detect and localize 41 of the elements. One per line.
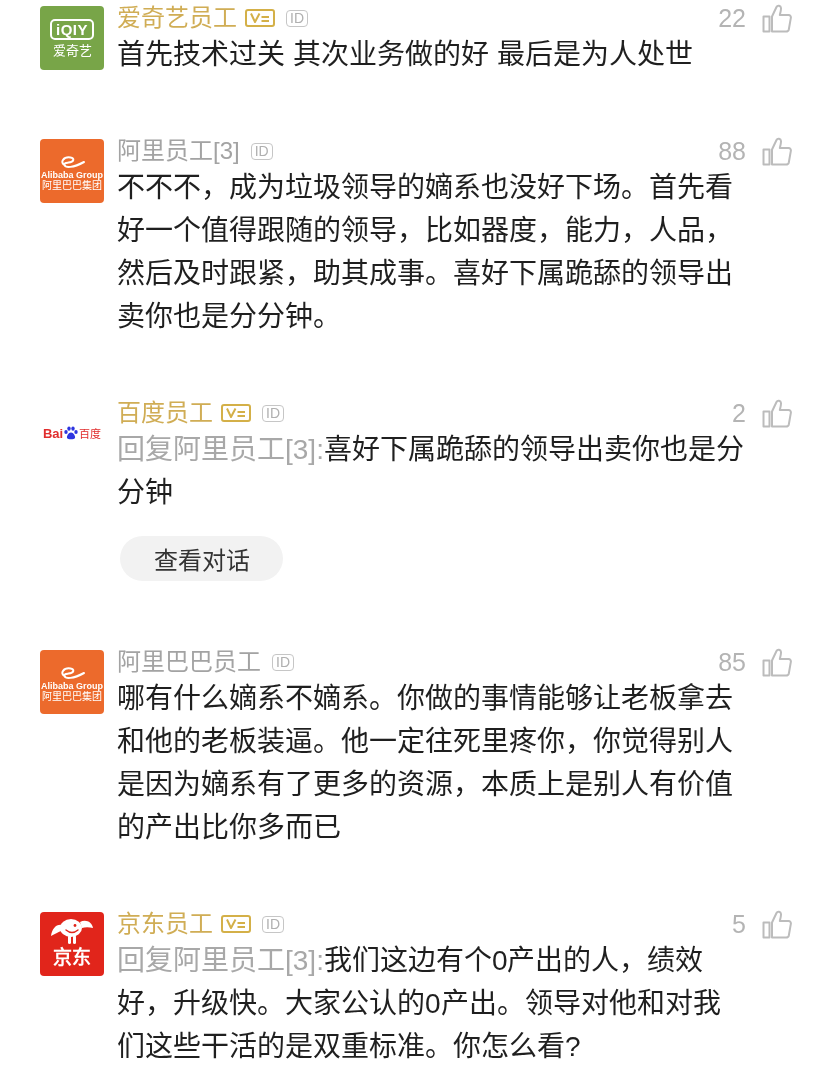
logo-wordmark: iQIY [50,18,94,40]
avatar[interactable]: Alibaba Group 阿里巴巴集团 [40,139,104,203]
like-button[interactable]: 2 [732,398,792,428]
logo-caption: 百度 [79,427,102,441]
id-tag: ID [286,9,308,27]
dog-icon [50,916,94,946]
logo-wordmark: Bai [42,425,64,441]
thumbs-up-icon [762,136,792,166]
avatar[interactable]: 京东 [40,912,104,976]
paw-icon [64,426,79,440]
like-button[interactable]: 88 [718,136,792,166]
logo-wordmark: Alibaba Group [41,170,103,180]
logo-wordmark: Alibaba Group [41,681,103,691]
logo-caption: 爱奇艺 [52,43,92,58]
logo-caption: 阿里巴巴集团 [42,180,102,191]
like-button[interactable]: 5 [732,909,792,939]
logo-caption: 阿里巴巴集团 [42,691,102,702]
comment-text: 不不不，成为垃圾领导的嫡系也没好下场。首先看好一个值得跟随的领导，比如器度，能力，人品，然后及时跟紧，助其成事。喜好下属跪舔的领导出卖你也是分分钟。 [117,171,734,334]
id-tag: ID [250,142,273,160]
avatar[interactable]: Alibaba Group 阿里巴巴集团 [40,650,104,714]
author-name[interactable]: 爱奇艺员工 [117,3,237,33]
comment-text: 回复阿里员工[3]:我们这边有个0产出的人，绩效好，升级快。大家公认的0产出。领导对他和对我们这些干活的是双重标准。你怎么看? [117,944,722,1064]
id-tag: ID [272,653,294,671]
thumbs-up-icon [762,647,792,677]
author-name[interactable]: 百度员工 [117,398,213,428]
thumbs-up-icon [762,3,792,33]
thumbs-up-icon [762,909,792,939]
comment-text: 哪有什么嫡系不嫡系。你做的事情能够让老板拿去和他的老板装逼。他一定往死里疼你，你觉得别人是因为嫡系有了更多的资源，本质上是别人有价值的产出比你多而已 [117,682,734,845]
like-button[interactable]: 85 [718,647,792,677]
like-button[interactable]: 22 [718,3,792,33]
avatar[interactable]: iQIY 爱奇艺 [40,6,104,70]
comment-text: 首先技术过关 其次业务做的好 最后是为人处世 [117,38,693,72]
id-tag: ID [262,915,284,933]
thumbs-up-icon [762,398,792,428]
comment-text: 回复阿里员工[3]:喜好下属跪舔的领导出卖你也是分分钟 [117,433,745,510]
author-name[interactable]: 阿里巴巴员工 [117,647,261,677]
id-tag: ID [262,404,284,422]
author-name[interactable]: 京东员工 [117,909,213,939]
author-name[interactable]: 阿里员工[3] [117,136,240,166]
logo-caption: 京东 [53,947,91,969]
view-conversation-button[interactable]: 查看对话 [120,536,283,581]
